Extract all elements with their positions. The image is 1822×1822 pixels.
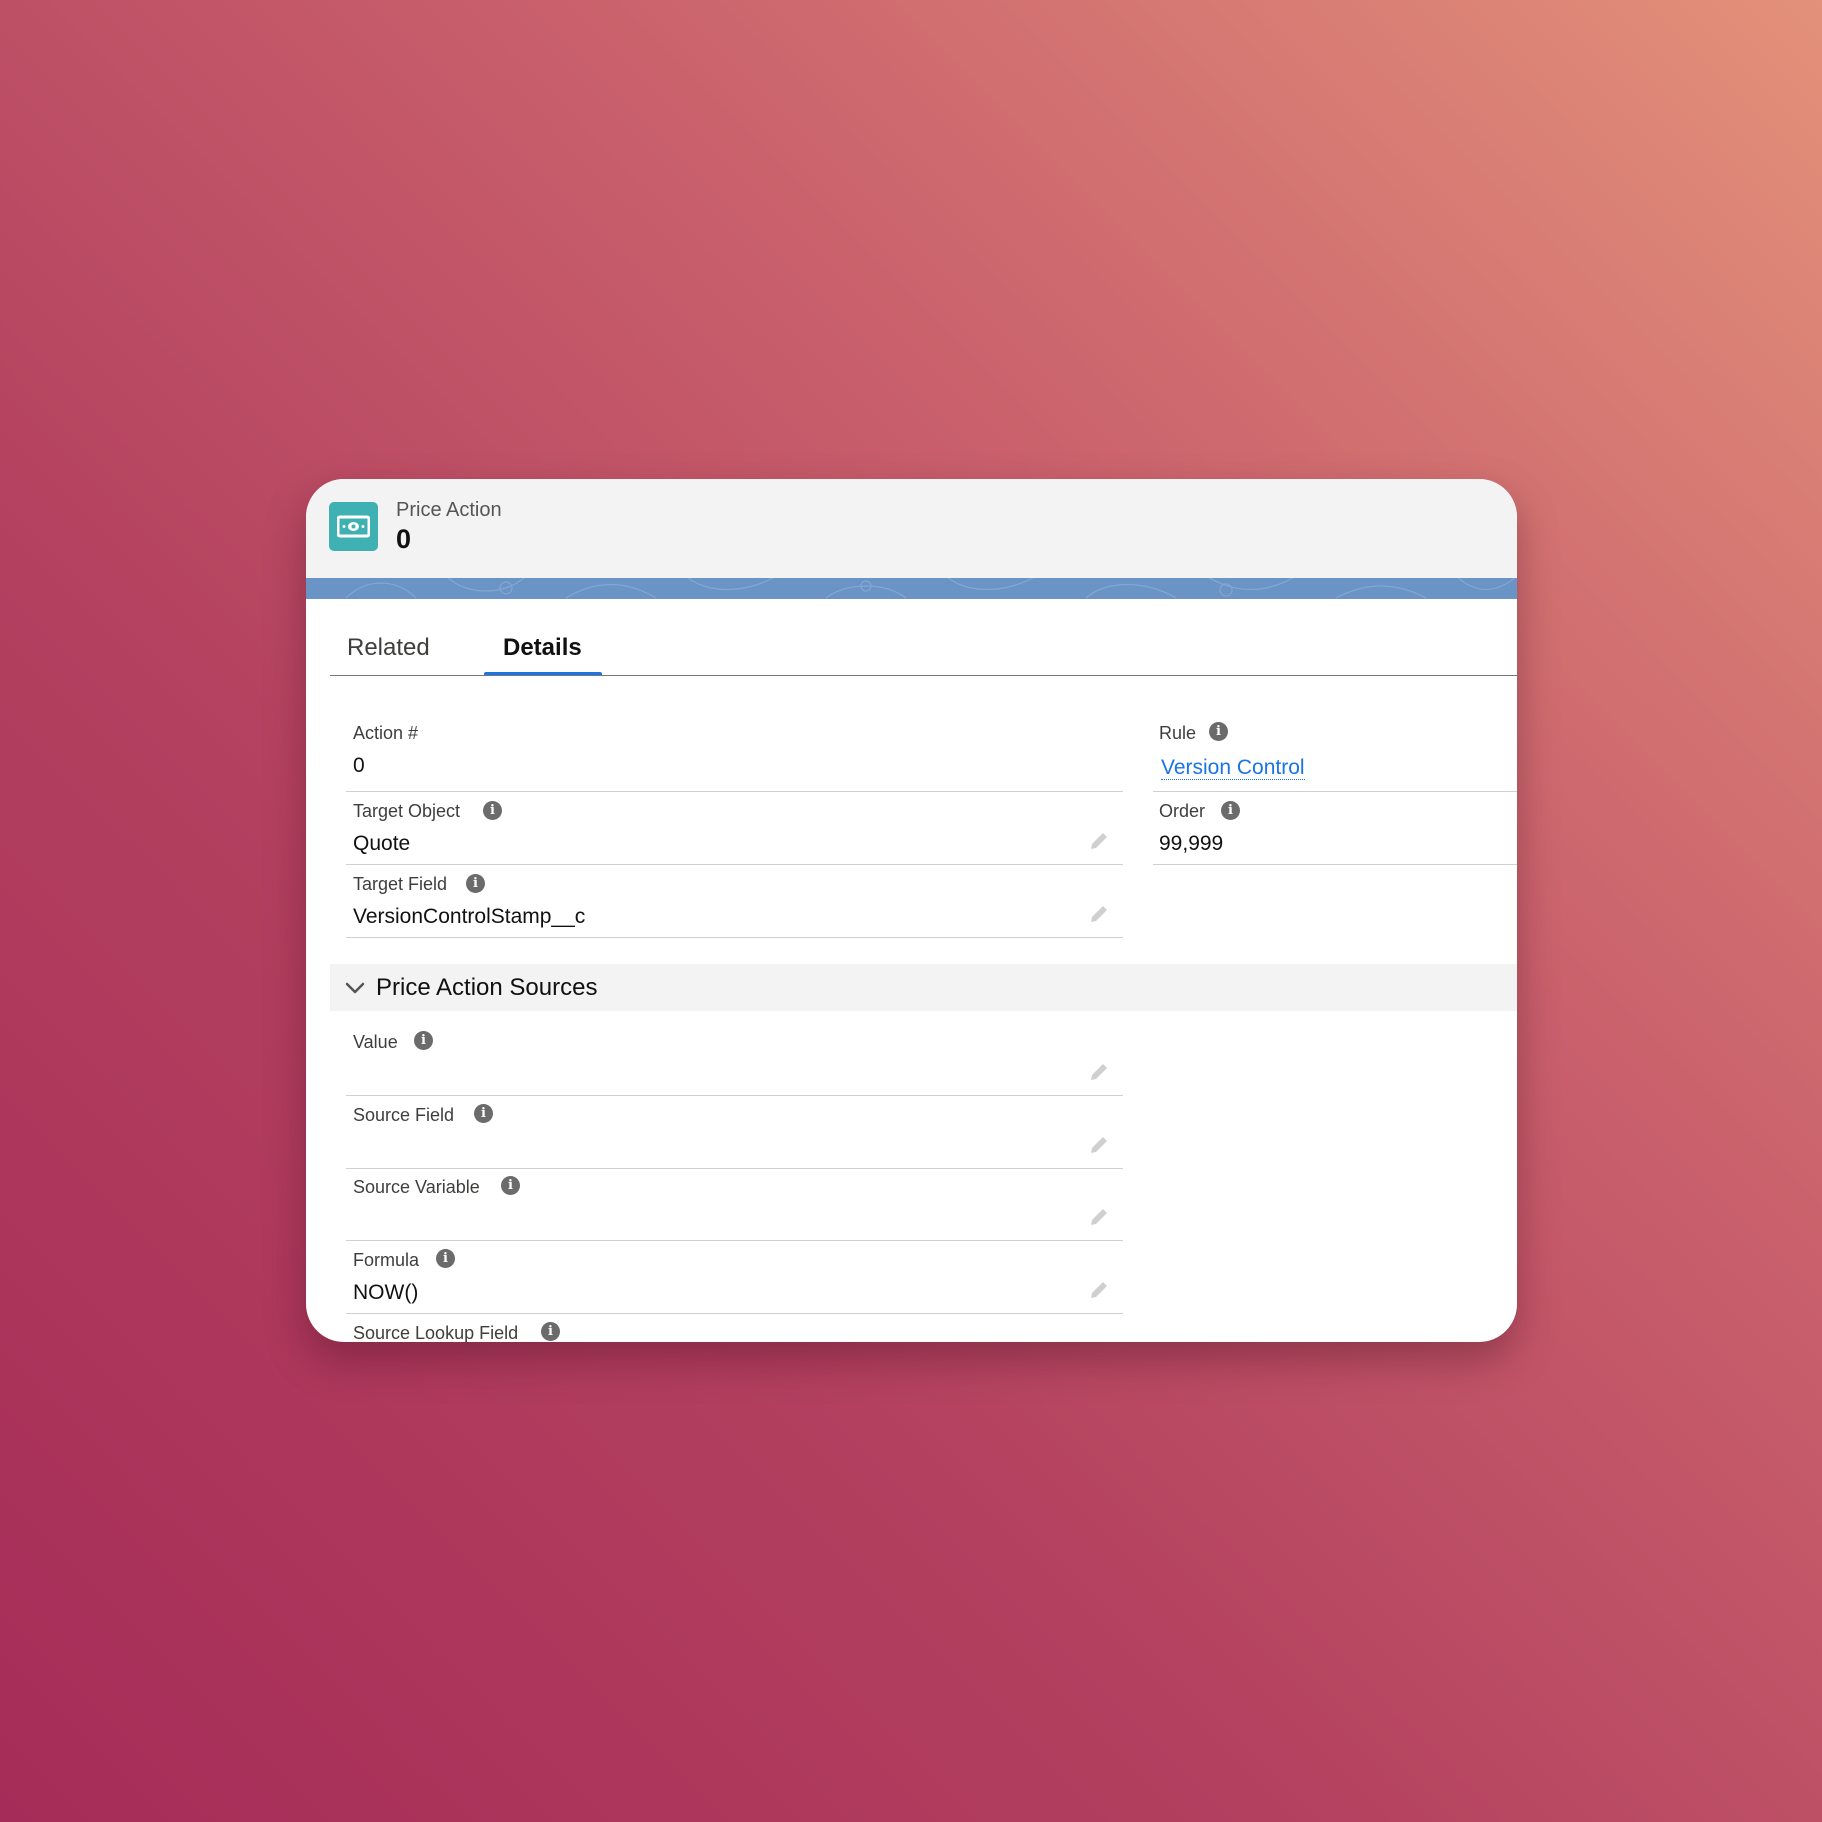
header-band [306, 578, 1517, 599]
field-divider [346, 937, 1123, 938]
info-icon[interactable]: i [1209, 722, 1228, 741]
rule-link[interactable]: Version Control [1161, 756, 1305, 780]
field-divider [346, 791, 1123, 792]
action-number-label: Action # [353, 723, 419, 743]
field-divider [346, 1313, 1123, 1314]
info-icon[interactable]: i [436, 1249, 455, 1268]
source-lookup-field-label: Source Lookup Field [353, 1323, 519, 1342]
record-header: Price Action 0 [306, 479, 1517, 578]
pencil-icon[interactable] [1088, 1206, 1110, 1228]
target-object-value: Quote [353, 832, 411, 855]
field-divider [346, 1168, 1123, 1169]
order-value: 99,999 [1159, 832, 1224, 855]
money-icon [329, 502, 378, 551]
pencil-icon[interactable] [1088, 1061, 1110, 1083]
chevron-down-icon[interactable] [344, 977, 366, 999]
field-divider [346, 1095, 1123, 1096]
source-variable-label: Source Variable [353, 1177, 480, 1197]
info-icon[interactable]: i [483, 801, 502, 820]
pencil-icon[interactable] [1088, 903, 1110, 925]
action-number-value: 0 [353, 754, 365, 777]
info-icon[interactable]: i [466, 874, 485, 893]
source-field-label: Source Field [353, 1105, 455, 1125]
info-icon[interactable]: i [501, 1176, 520, 1195]
info-icon[interactable]: i [1221, 801, 1240, 820]
tab-related[interactable]: Related [347, 634, 430, 662]
formula-label: Formula [353, 1250, 420, 1270]
target-object-label: Target Object [353, 801, 461, 821]
section-price-action-sources[interactable]: Price Action Sources [330, 964, 1517, 1011]
field-divider [1153, 791, 1517, 792]
info-icon[interactable]: i [541, 1322, 560, 1341]
rule-label: Rule [1159, 723, 1197, 743]
tab-details[interactable]: Details [503, 634, 582, 662]
target-field-label: Target Field [353, 874, 448, 894]
field-divider [1153, 864, 1517, 865]
value-label: Value [353, 1032, 398, 1052]
object-label: Price Action [396, 499, 502, 521]
info-icon[interactable]: i [414, 1031, 433, 1050]
field-divider [346, 864, 1123, 865]
target-field-value: VersionControlStamp__c [353, 905, 586, 928]
formula-value: NOW() [353, 1281, 419, 1304]
record-card: Price Action 0 Related Details Action # … [306, 479, 1517, 1342]
info-icon[interactable]: i [474, 1104, 493, 1123]
field-divider [346, 1240, 1123, 1241]
pencil-icon[interactable] [1088, 830, 1110, 852]
section-title: Price Action Sources [376, 974, 598, 1001]
tabs-divider [330, 675, 1517, 676]
pencil-icon[interactable] [1088, 1279, 1110, 1301]
rule-value-container: Version Control [1161, 756, 1305, 780]
pencil-icon[interactable] [1088, 1134, 1110, 1156]
order-label: Order [1159, 801, 1206, 821]
record-title: 0 [396, 524, 412, 554]
